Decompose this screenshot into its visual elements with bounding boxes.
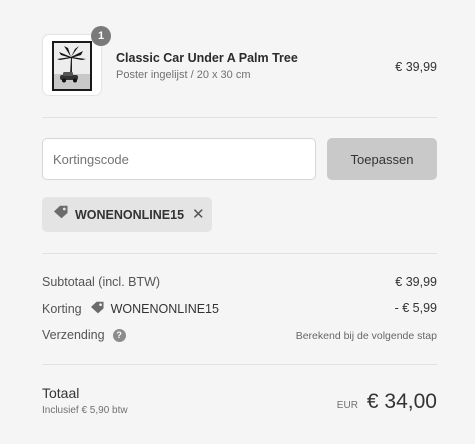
quantity-badge: 1 (91, 26, 111, 46)
tag-icon (90, 301, 105, 317)
discount-code-label: WONENONLINE15 (110, 302, 219, 316)
divider (42, 117, 437, 118)
shipping-row: Verzending ? Berekend bij de volgende st… (42, 328, 437, 346)
product-thumbnail (42, 34, 102, 96)
divider (42, 253, 437, 254)
divider (42, 364, 437, 365)
discount-label: Korting (42, 302, 82, 316)
close-icon[interactable]: ✕ (192, 207, 205, 222)
shipping-value: Berekend bij de volgende stap (295, 330, 437, 342)
discount-value: - € 5,99 (394, 301, 437, 315)
subtotal-row: Subtotaal (incl. BTW) € 39,99 (42, 275, 437, 293)
shipping-label: Verzending (42, 328, 105, 342)
applied-discount-code: WONENONLINE15 (75, 207, 185, 222)
discount-row: Korting WONENONLINE15 - € 5,99 (42, 301, 437, 319)
tag-icon (53, 205, 69, 224)
discount-code-input[interactable] (42, 138, 316, 180)
product-variant: Poster ingelijst / 20 x 30 cm (116, 69, 251, 81)
applied-discount-tag: WONENONLINE15 ✕ (42, 197, 212, 232)
subtotal-value: € 39,99 (395, 275, 437, 289)
product-price: € 39,99 (395, 60, 437, 74)
product-title: Classic Car Under A Palm Tree (116, 51, 298, 65)
currency-code: EUR (336, 400, 358, 411)
apply-discount-button[interactable]: Toepassen (327, 138, 437, 180)
subtotal-label: Subtotaal (incl. BTW) (42, 275, 161, 289)
line-item: 1 Classic Car Under A Palm Tree Poster i… (42, 26, 437, 98)
poster-image (52, 41, 92, 91)
total-value: € 34,00 (366, 390, 437, 413)
total-amount: EUR € 34,00 (337, 390, 437, 414)
help-icon[interactable]: ? (112, 328, 126, 342)
total-label: Totaal (42, 385, 80, 401)
tax-note: Inclusief € 5,90 btw (42, 405, 128, 416)
